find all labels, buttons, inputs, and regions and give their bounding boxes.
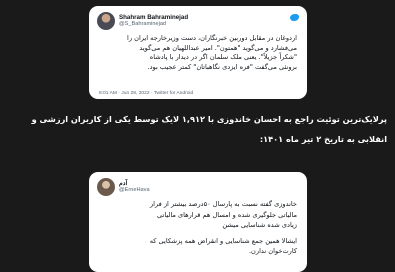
display-name[interactable]: Shahram Bahraminejad xyxy=(119,14,188,21)
caption-line: انقلابی به تاریخ ۲ تیر ماه ۱۴۰۱: xyxy=(259,134,387,144)
tweet-line: "شکراً جزیلاً". یعنی ملک سلمان اگر در دی… xyxy=(149,53,297,62)
tweet-card-1[interactable]: Shahram Bahraminejad @S_Bahraminejad ارد… xyxy=(89,6,307,99)
caption-text: پرلایک‌ترین توئیت راجع به احسان خاندوزی … xyxy=(8,109,387,149)
tweet-line: اردوغان در مقابل دوربین خبرنگاران، دست و… xyxy=(126,34,297,42)
avatar[interactable] xyxy=(97,178,115,196)
tweet-line: برونئی می‌گفت "فره ایزدی نگاهباتان" کمتر… xyxy=(147,62,298,71)
tweet-line: زیادی شده شناسایی میشن xyxy=(222,221,297,230)
tweet-header: آدم @ErneHava xyxy=(97,178,150,196)
display-name[interactable]: آدم xyxy=(119,180,150,187)
tweet-timestamp[interactable]: 8:01 AM · Jun 28, 2022 · Twitter for And… xyxy=(99,91,193,96)
user-handle[interactable]: @ErneHava xyxy=(119,187,150,193)
avatar[interactable] xyxy=(97,12,115,30)
tweet-line: می‌فشارد و می‌گوید "همتون". امیر عبدالله… xyxy=(139,43,297,52)
tweet-text: خاندوزی گفته نسبت به پارسال ۵۰درصد بیشتر… xyxy=(99,199,297,257)
tweet-text: اردوغان در مقابل دوربین خبرنگاران، دست و… xyxy=(99,34,297,72)
user-handle[interactable]: @S_Bahraminejad xyxy=(119,21,188,27)
caption-line: پرلایک‌ترین توئیت راجع به احسان خاندوزی … xyxy=(31,114,387,124)
tweet-line: کارت‌خوان ندارن. xyxy=(248,247,297,256)
tweet-line: ایشالا همین جمع شناسایی و انقراض همه پزش… xyxy=(149,236,297,245)
tweet-card-2[interactable]: آدم @ErneHava خاندوزی گفته نسبت به پارسا… xyxy=(89,172,307,272)
tweet-header: Shahram Bahraminejad @S_Bahraminejad xyxy=(97,12,188,30)
twitter-bird-icon xyxy=(290,14,299,21)
tweet-line: مالیاتی جلوگیری شده و امسال هم قرارهای م… xyxy=(156,210,297,219)
tweet-line: خاندوزی گفته نسبت به پارسال ۵۰درصد بیشتر… xyxy=(149,200,297,208)
